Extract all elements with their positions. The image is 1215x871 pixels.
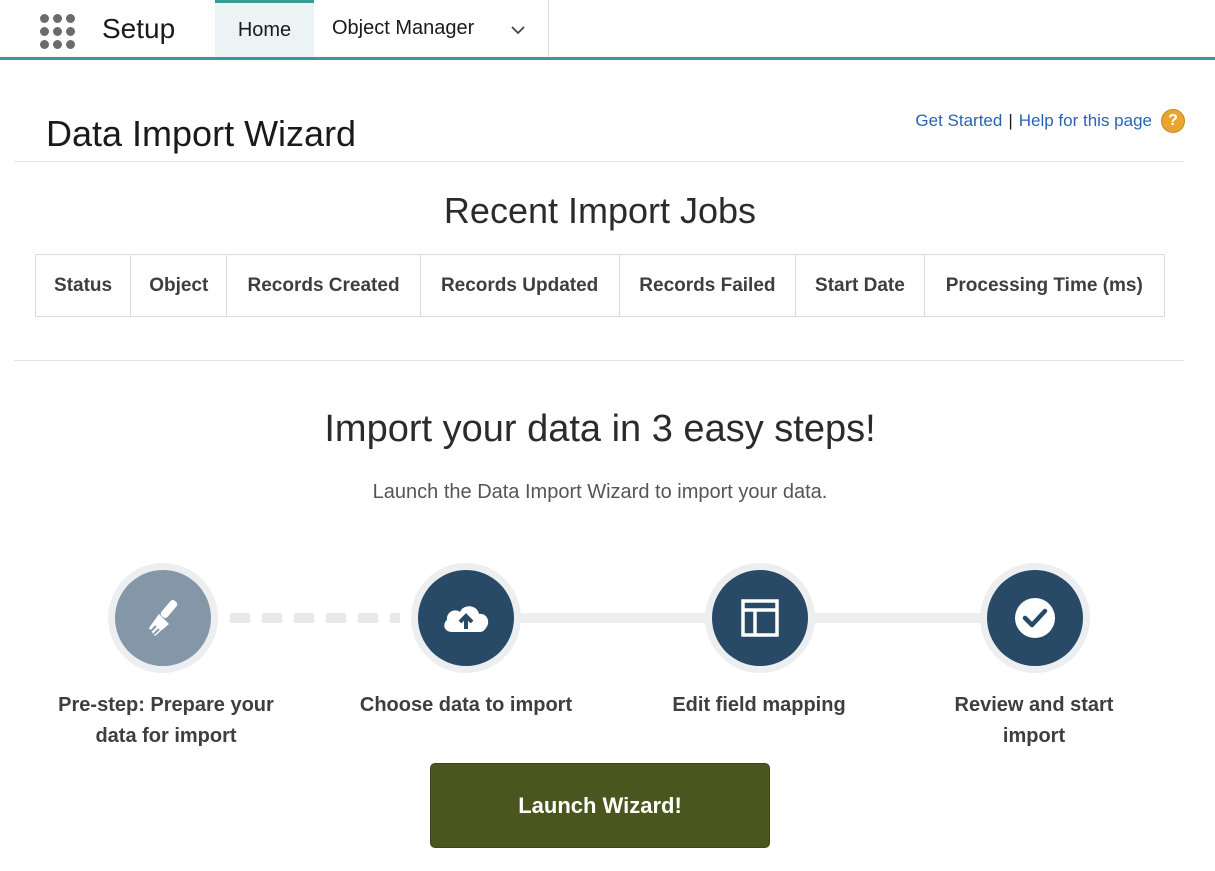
checkmark-icon (1015, 598, 1055, 638)
help-link[interactable]: Help for this page (1019, 111, 1152, 131)
help-links: Get Started | Help for this page ? (915, 109, 1185, 133)
steps-heading: Import your data in 3 easy steps! (324, 408, 876, 450)
column-header-status: Status (34, 254, 132, 317)
launch-wizard-button[interactable]: Launch Wizard! (430, 763, 770, 848)
recent-jobs-table: Status Object Records Created Records Up… (34, 254, 1166, 317)
step-edit-mapping (705, 563, 815, 673)
step-connector-dashed (230, 613, 400, 623)
chevron-down-icon[interactable] (510, 22, 526, 38)
step-label-prepare: Pre-step: Prepare your data for import (58, 694, 274, 747)
layout-icon (741, 599, 779, 637)
step-label-edit-mapping: Edit field mapping (672, 694, 846, 716)
divider (14, 360, 1184, 361)
step-choose-data (411, 563, 521, 673)
app-launcher-icon[interactable] (38, 12, 76, 50)
column-header-records-updated: Records Updated (419, 254, 620, 317)
step-connector (515, 613, 710, 623)
step-prepare (108, 563, 218, 673)
column-header-start-date: Start Date (795, 254, 925, 317)
column-header-records-created: Records Created (226, 254, 421, 317)
steps-subtitle: Launch the Data Import Wizard to import … (372, 481, 828, 503)
column-header-records-failed: Records Failed (618, 254, 797, 317)
column-header-object: Object (130, 254, 228, 317)
get-started-link[interactable]: Get Started (915, 111, 1002, 131)
divider (14, 161, 1184, 162)
step-connector (808, 613, 988, 623)
column-header-processing-time: Processing Time (ms) (923, 254, 1166, 317)
app-title: Setup (102, 13, 176, 44)
brush-icon (149, 599, 178, 637)
step-label-review: Review and start import (954, 694, 1114, 747)
link-separator: | (1008, 111, 1013, 130)
help-icon[interactable]: ? (1161, 109, 1185, 133)
cloud-upload-icon (444, 606, 489, 632)
global-header: Setup Home Object Manager (0, 0, 1215, 60)
page-title: Data Import Wizard (46, 113, 357, 154)
tab-object-manager-label: Object Manager (332, 17, 475, 39)
step-label-choose-data: Choose data to import (359, 694, 573, 716)
step-review (980, 563, 1090, 673)
tab-object-manager[interactable]: Object Manager (314, 0, 549, 57)
tab-home[interactable]: Home (215, 0, 314, 57)
recent-jobs-title: Recent Import Jobs (443, 190, 757, 231)
